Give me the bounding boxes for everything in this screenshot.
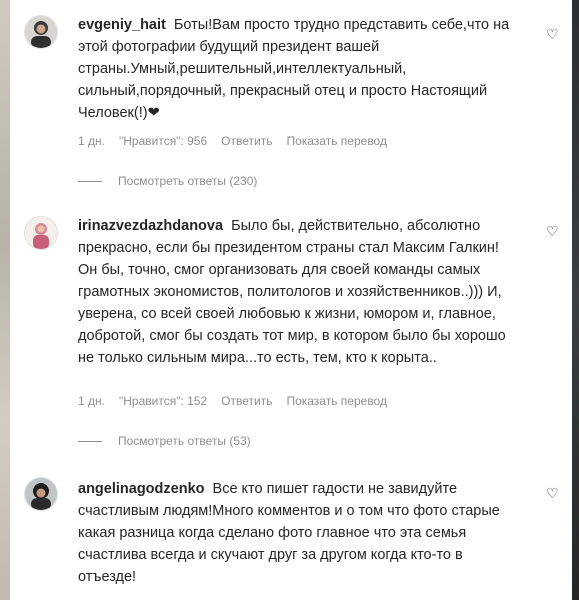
view-replies-button[interactable]: Посмотреть ответы (230)	[78, 174, 257, 188]
view-replies-label: Посмотреть ответы (53)	[118, 434, 251, 448]
heart-outline-icon[interactable]: ♡	[546, 486, 560, 500]
translate-button[interactable]: Показать перевод	[286, 394, 387, 408]
reply-button[interactable]: Ответить	[221, 394, 272, 408]
comment-likes[interactable]: "Нравится": 152	[119, 394, 207, 408]
heart-outline-icon[interactable]: ♡	[546, 27, 560, 41]
view-replies-button[interactable]: Посмотреть ответы (53)	[78, 434, 251, 448]
heart-outline-icon[interactable]: ♡	[546, 224, 560, 238]
comment-body: evgeniy_hait Боты!Вам просто трудно пред…	[78, 14, 518, 124]
background-edge-right	[572, 0, 579, 600]
comment-likes[interactable]: "Нравится": 956	[119, 134, 207, 148]
view-replies-label: Посмотреть ответы (230)	[118, 174, 258, 188]
translate-button[interactable]: Показать перевод	[286, 134, 387, 148]
background-edge-left	[0, 0, 10, 600]
comment-meta: 1 дн. "Нравится": 152 Ответить Показать …	[78, 394, 387, 408]
comment-body: irinazvezdazhdanova Было бы, действитель…	[78, 215, 518, 369]
comment-username[interactable]: angelinagodzenko	[78, 481, 205, 497]
comment-text: Было бы, действительно, абсолютно прекра…	[78, 218, 506, 366]
comment-body: angelinagodzenko Все кто пишет гадости н…	[78, 478, 518, 588]
comment-time: 1 дн.	[78, 394, 105, 408]
avatar[interactable]	[24, 15, 58, 49]
replies-divider	[78, 180, 102, 182]
reply-button[interactable]: Ответить	[221, 134, 272, 148]
avatar[interactable]	[24, 477, 58, 511]
comment-username[interactable]: evgeniy_hait	[78, 17, 166, 33]
comment-time: 1 дн.	[78, 134, 105, 148]
avatar[interactable]	[24, 216, 58, 250]
replies-divider	[78, 440, 102, 442]
comment-meta: 1 дн. "Нравится": 956 Ответить Показать …	[78, 134, 387, 148]
comment-username[interactable]: irinazvezdazhdanova	[78, 218, 223, 234]
comments-list: evgeniy_hait Боты!Вам просто трудно пред…	[10, 0, 572, 600]
